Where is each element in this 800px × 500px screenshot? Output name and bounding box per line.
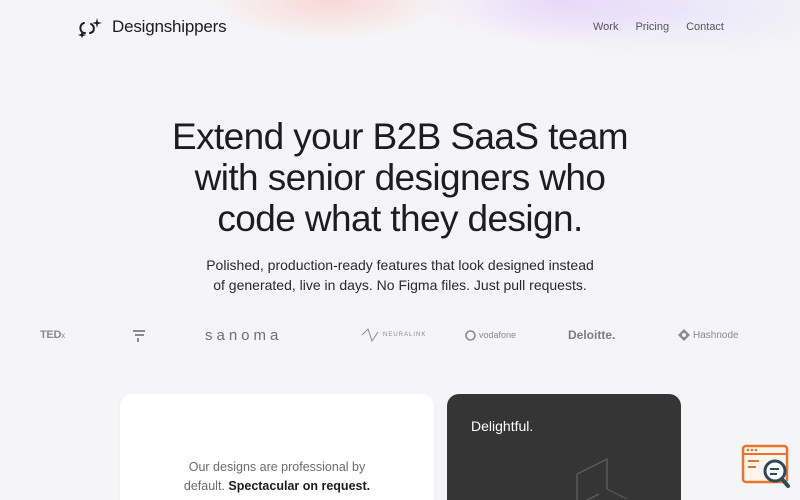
- hero-title-line: with senior designers who: [194, 157, 606, 198]
- card-text-line: Our designs are professional by: [188, 460, 366, 474]
- wireframe-illustration: [576, 458, 628, 500]
- hero-subtitle-line: of generated, live in days. No Figma fil…: [213, 277, 587, 293]
- hashnode-logo-text: Hashnode: [693, 329, 739, 341]
- sanoma-logo: sanoma: [205, 326, 283, 344]
- browser-search-icon: [741, 444, 790, 488]
- ted-logo-text: TED: [40, 329, 62, 341]
- neuralink-logo-text: NEURALINK: [383, 332, 427, 338]
- hero-title: Extend your B2B SaaS team with senior de…: [150, 116, 650, 239]
- neuralink-logo: NEURALINK: [360, 320, 426, 350]
- hashnode-logo: Hashnode: [678, 320, 739, 350]
- delightful-card-title: Delightful.: [471, 418, 534, 434]
- vodafone-logo-text: vodafone: [479, 330, 517, 340]
- brand-name: Designshippers: [112, 17, 227, 36]
- vodafone-logo: vodafone: [465, 320, 516, 350]
- ted-logo: TED x: [40, 320, 65, 350]
- brand-logo-link[interactable]: Designshippers: [78, 16, 227, 38]
- feedback-widget[interactable]: [741, 444, 791, 490]
- card-text-emphasis: Spectacular on request.: [228, 479, 371, 493]
- deloitte-logo: Deloitte.: [568, 328, 616, 342]
- card-text-line: default.: [183, 479, 225, 493]
- navbar: Designshippers Work Pricing Contact: [78, 14, 724, 40]
- hero-title-line: code what they design.: [217, 198, 583, 239]
- client-logos: TED x sanoma NEURALINK vodafone Deloitte.…: [0, 320, 800, 350]
- sparkle-loop-icon: [78, 16, 104, 38]
- nav-link-work[interactable]: Work: [593, 21, 618, 33]
- ted-logo-suffix: x: [61, 330, 65, 340]
- hero-subtitle: Polished, production-ready features that…: [180, 255, 620, 295]
- hero-title-line: Extend your B2B SaaS team: [172, 116, 629, 157]
- delightful-card: Delightful.: [447, 394, 681, 500]
- hashnode-mark-icon: [678, 329, 690, 341]
- main-nav: Work Pricing Contact: [593, 21, 724, 33]
- nav-link-contact[interactable]: Contact: [686, 21, 724, 33]
- nav-link-pricing[interactable]: Pricing: [635, 21, 669, 33]
- hero-subtitle-line: Polished, production-ready features that…: [206, 257, 594, 273]
- stripes-logo-icon: [132, 320, 146, 350]
- professional-card: Our designs are professional by default.…: [120, 394, 434, 500]
- professional-card-text: Our designs are professional by default.…: [120, 458, 434, 496]
- vodafone-mark-icon: [465, 329, 476, 341]
- neuralink-mark-icon: [361, 328, 379, 343]
